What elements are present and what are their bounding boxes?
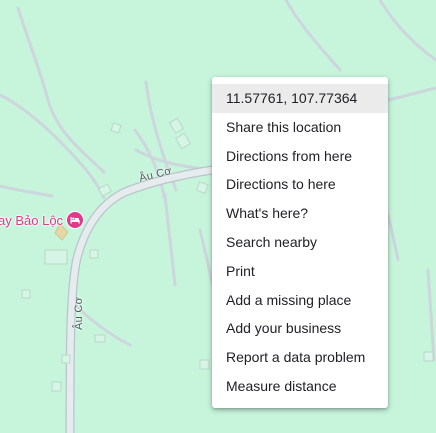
menu-item-directions-from-here[interactable]: Directions from here — [212, 142, 388, 171]
menu-item-share-location[interactable]: Share this location — [212, 113, 388, 142]
menu-item-whats-here[interactable]: What's here? — [212, 199, 388, 228]
menu-item-coordinates[interactable]: 11.57761, 107.77364 — [212, 84, 388, 113]
map-canvas[interactable]: Âu Cơ Âu Cơ ay Bảo Lộc 11.57761, 107.773… — [0, 0, 436, 433]
hotel-icon[interactable] — [66, 211, 84, 229]
menu-item-measure-distance[interactable]: Measure distance — [212, 372, 388, 401]
menu-item-report-data-problem[interactable]: Report a data problem — [212, 343, 388, 372]
menu-item-directions-to-here[interactable]: Directions to here — [212, 170, 388, 199]
menu-item-search-nearby[interactable]: Search nearby — [212, 228, 388, 257]
menu-item-print[interactable]: Print — [212, 257, 388, 286]
poi-label[interactable]: ay Bảo Lộc — [0, 213, 63, 228]
menu-item-add-your-business[interactable]: Add your business — [212, 314, 388, 343]
main-road-au-co — [65, 165, 217, 433]
menu-item-add-missing-place[interactable]: Add a missing place — [212, 286, 388, 315]
bed-glyph — [70, 217, 80, 224]
road-label-au-co-vertical: Âu Cơ — [73, 296, 85, 330]
map-context-menu: 11.57761, 107.77364 Share this location … — [212, 77, 388, 408]
